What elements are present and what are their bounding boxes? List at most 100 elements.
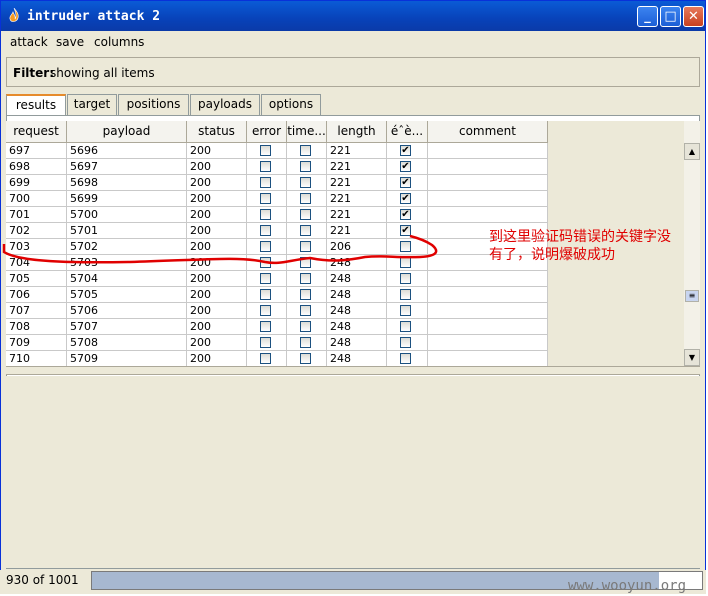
- checkbox-icon[interactable]: [300, 241, 311, 252]
- checkbox-icon[interactable]: [300, 193, 311, 204]
- checkbox-icon[interactable]: [400, 305, 411, 316]
- checkbox-icon[interactable]: [300, 257, 311, 268]
- table-row[interactable]: 710 5709 200 248: [6, 351, 548, 366]
- title-bar[interactable]: intruder attack 2 _ □ ✕: [1, 1, 705, 31]
- checkbox-icon[interactable]: [400, 289, 411, 300]
- cell-match: [387, 319, 428, 334]
- checkbox-icon[interactable]: [400, 353, 411, 364]
- checkbox-icon[interactable]: [300, 289, 311, 300]
- checkbox-icon[interactable]: [260, 305, 271, 316]
- cell-error: [247, 143, 287, 158]
- checkbox-icon[interactable]: [260, 321, 271, 332]
- checkbox-icon[interactable]: [300, 353, 311, 364]
- cell-payload: 5696: [67, 143, 187, 158]
- table-row[interactable]: 706 5705 200 248: [6, 287, 548, 303]
- checkbox-icon[interactable]: [400, 337, 411, 348]
- checkbox-icon[interactable]: [300, 161, 311, 172]
- checked-checkbox-icon[interactable]: ✔: [400, 177, 411, 188]
- checkbox-icon[interactable]: [260, 177, 271, 188]
- column-header-request[interactable]: request: [6, 121, 67, 143]
- checkbox-icon[interactable]: [300, 321, 311, 332]
- scroll-up-icon[interactable]: ▲: [684, 143, 700, 160]
- cell-error: [247, 191, 287, 206]
- table-row[interactable]: 705 5704 200 248: [6, 271, 548, 287]
- checkbox-icon[interactable]: [300, 209, 311, 220]
- table-row[interactable]: 703 5702 200 206: [6, 239, 548, 255]
- checkbox-icon[interactable]: [260, 337, 271, 348]
- table-row[interactable]: 698 5697 200 221 ✔: [6, 159, 548, 175]
- checkbox-icon[interactable]: [400, 241, 411, 252]
- column-header-payload[interactable]: payload: [67, 121, 187, 143]
- checkbox-icon[interactable]: [260, 161, 271, 172]
- checkbox-icon[interactable]: [260, 353, 271, 364]
- checked-checkbox-icon[interactable]: ✔: [400, 161, 411, 172]
- cell-error: [247, 287, 287, 302]
- split-pane-divider[interactable]: [6, 366, 700, 375]
- scroll-down-icon[interactable]: ▼: [684, 349, 700, 366]
- close-icon[interactable]: ✕: [683, 6, 704, 27]
- checked-checkbox-icon[interactable]: ✔: [400, 209, 411, 220]
- tab-target[interactable]: target: [67, 94, 117, 115]
- column-header-error[interactable]: error: [247, 121, 287, 143]
- cell-request: 699: [6, 175, 67, 190]
- checkbox-icon[interactable]: [300, 225, 311, 236]
- cell-length: 221: [327, 175, 387, 190]
- checkbox-icon[interactable]: [260, 225, 271, 236]
- menu-columns[interactable]: columns: [94, 35, 144, 49]
- checkbox-icon[interactable]: [400, 257, 411, 268]
- table-row[interactable]: 701 5700 200 221 ✔: [6, 207, 548, 223]
- column-header-match[interactable]: éˆè...: [387, 121, 428, 143]
- tab-positions[interactable]: positions: [118, 94, 189, 115]
- column-header-comment[interactable]: comment: [428, 121, 548, 143]
- checkbox-icon[interactable]: [260, 257, 271, 268]
- checkbox-icon[interactable]: [400, 321, 411, 332]
- cell-timeout: [287, 335, 327, 350]
- tab-results[interactable]: results: [6, 94, 66, 116]
- table-row[interactable]: 702 5701 200 221 ✔: [6, 223, 548, 239]
- checkbox-icon[interactable]: [260, 289, 271, 300]
- cell-comment: [428, 287, 548, 302]
- cell-length: 248: [327, 271, 387, 286]
- minimize-icon[interactable]: _: [637, 6, 658, 27]
- watermark: www.wooyun.org: [568, 578, 687, 594]
- cell-request: 700: [6, 191, 67, 206]
- checkbox-icon[interactable]: [260, 145, 271, 156]
- cell-error: [247, 335, 287, 350]
- menu-attack[interactable]: attack: [10, 35, 48, 49]
- scroll-thumb[interactable]: ≡: [685, 290, 699, 302]
- table-row[interactable]: 708 5707 200 248: [6, 319, 548, 335]
- table-row[interactable]: 697 5696 200 221 ✔: [6, 143, 548, 159]
- table-row[interactable]: 700 5699 200 221 ✔: [6, 191, 548, 207]
- column-header-timeout[interactable]: time...: [287, 121, 327, 143]
- checked-checkbox-icon[interactable]: ✔: [400, 225, 411, 236]
- checked-checkbox-icon[interactable]: ✔: [400, 193, 411, 204]
- tab-options[interactable]: options: [261, 94, 321, 115]
- checkbox-icon[interactable]: [260, 241, 271, 252]
- cell-timeout: [287, 175, 327, 190]
- menu-save[interactable]: save: [56, 35, 84, 49]
- column-header-length[interactable]: length: [327, 121, 387, 143]
- checkbox-icon[interactable]: [300, 273, 311, 284]
- maximize-icon[interactable]: □: [660, 6, 681, 27]
- cell-comment: [428, 191, 548, 206]
- checkbox-icon[interactable]: [260, 209, 271, 220]
- column-header-status[interactable]: status: [187, 121, 247, 143]
- tab-payloads[interactable]: payloads: [190, 94, 260, 115]
- checkbox-icon[interactable]: [300, 337, 311, 348]
- cell-status: 200: [187, 175, 247, 190]
- table-row[interactable]: 704 5703 200 248: [6, 255, 548, 271]
- table-row[interactable]: 699 5698 200 221 ✔: [6, 175, 548, 191]
- checked-checkbox-icon[interactable]: ✔: [400, 145, 411, 156]
- checkbox-icon[interactable]: [300, 305, 311, 316]
- checkbox-icon[interactable]: [300, 145, 311, 156]
- filter-bar[interactable]: Filter: showing all items: [6, 57, 700, 87]
- checkbox-icon[interactable]: [300, 177, 311, 188]
- checkbox-icon[interactable]: [260, 193, 271, 204]
- checkbox-icon[interactable]: [260, 273, 271, 284]
- table-row[interactable]: 707 5706 200 248: [6, 303, 548, 319]
- cell-match: [387, 239, 428, 254]
- cell-match: ✔: [387, 223, 428, 238]
- checkbox-icon[interactable]: [400, 273, 411, 284]
- table-row[interactable]: 709 5708 200 248: [6, 335, 548, 351]
- cell-request: 707: [6, 303, 67, 318]
